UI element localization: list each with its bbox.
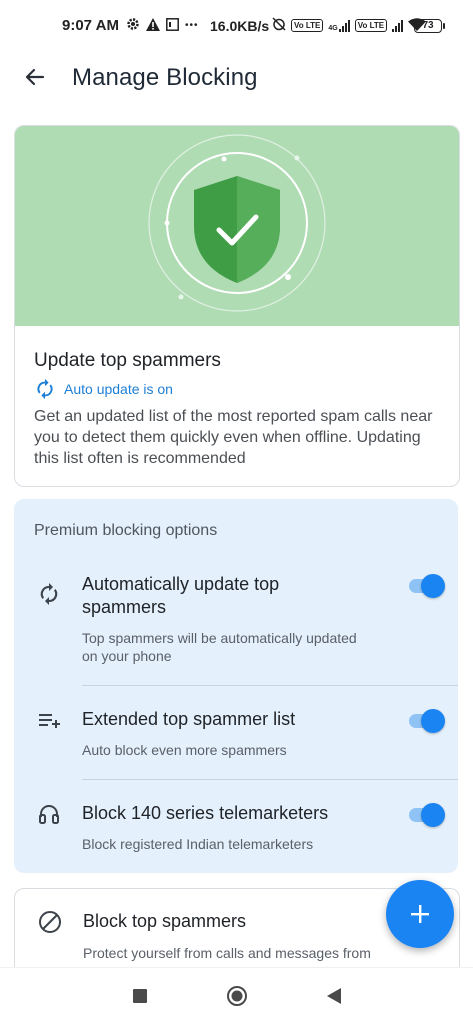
option-subtitle: Block registered Indian telemarketers (82, 836, 314, 852)
premium-blocking-card: Premium blocking options Automatically u… (14, 499, 458, 873)
block-icon (37, 909, 63, 935)
circle-icon (227, 986, 247, 1006)
status-bar: 9:07 AM ••• 16.0KB/s Vo LTE 4G Vo LTE 73 (0, 0, 473, 54)
plus-icon (411, 905, 429, 923)
block-140-toggle[interactable] (407, 802, 447, 828)
premium-header: Premium blocking options (34, 522, 218, 539)
signal-icon-1: 4G (328, 19, 350, 32)
option-auto-update[interactable]: Automatically update top spammers Top sp… (14, 571, 458, 686)
update-top-spammers-card[interactable]: Update top spammers Auto update is on Ge… (14, 125, 460, 487)
arrow-back-icon (25, 68, 45, 86)
volte-badge-1: Vo LTE (291, 19, 324, 32)
option-extended-list[interactable]: Extended top spammer list Auto block eve… (14, 686, 458, 779)
network-type-label: 4G (328, 24, 338, 32)
sync-icon (36, 581, 62, 607)
recents-button[interactable] (128, 984, 152, 1008)
back-nav-button[interactable] (322, 984, 346, 1008)
shield-check-icon (148, 134, 326, 312)
shield-hero-banner (15, 126, 459, 326)
update-card-title: Update top spammers (34, 350, 221, 371)
auto-update-label: Auto update is on (64, 381, 173, 397)
headset-icon (36, 801, 62, 827)
option-title: Block 140 series telemarketers (82, 803, 329, 823)
gear-icon (126, 17, 140, 34)
auto-update-status: Auto update is on (34, 378, 173, 400)
battery-icon: 73 (414, 19, 445, 33)
update-card-description: Get an updated list of the most reported… (34, 408, 433, 467)
volte-badge-2: Vo LTE (354, 19, 388, 32)
home-button[interactable] (225, 984, 249, 1008)
add-fab-button[interactable] (386, 880, 454, 948)
extended-list-toggle[interactable] (407, 708, 447, 734)
option-subtitle: Top spammers will be automatically updat… (82, 630, 357, 664)
playlist-add-icon (36, 707, 62, 733)
sync-icon (37, 378, 53, 400)
back-button[interactable] (20, 62, 50, 92)
auto-update-toggle[interactable] (407, 573, 447, 599)
option-title: Extended top spammer list (82, 709, 296, 729)
triangle-back-icon (327, 988, 341, 1004)
option-title: Automatically update top spammers (82, 574, 280, 617)
status-time: 9:07 AM (62, 17, 119, 34)
more-notifications-icon: ••• (185, 20, 199, 31)
page-title: Manage Blocking (72, 64, 258, 91)
square-icon (133, 989, 147, 1003)
alarm-off-icon (272, 17, 286, 34)
option-subtitle: Auto block even more spammers (82, 742, 287, 758)
network-speed: 16.0KB/s (210, 18, 270, 34)
system-nav-bar (0, 967, 473, 1025)
block-card-title: Block top spammers (83, 911, 247, 931)
signal-icon-2 (392, 19, 404, 32)
warning-icon (146, 17, 160, 34)
option-block-140[interactable]: Block 140 series telemarketers Block reg… (14, 780, 458, 873)
calendar-icon (166, 17, 179, 34)
